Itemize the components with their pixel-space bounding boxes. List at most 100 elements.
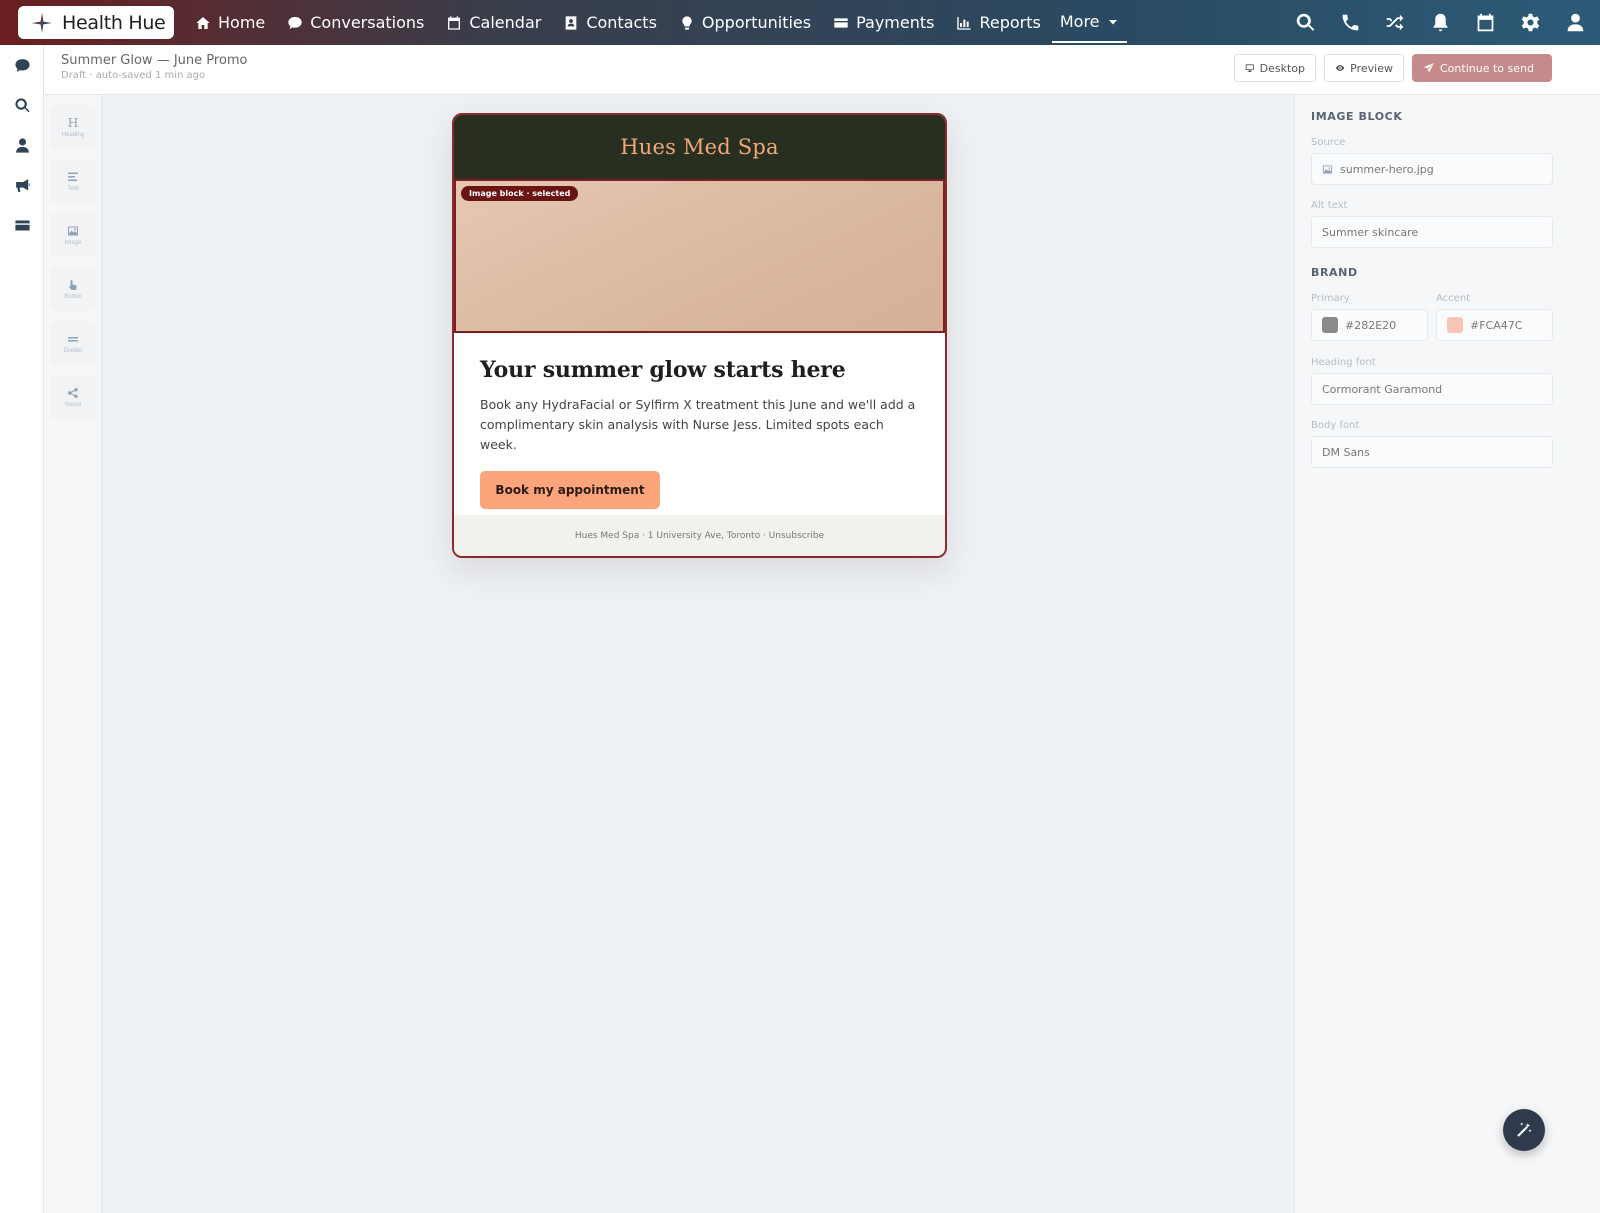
nav-conversations-label: Conversations — [310, 13, 425, 32]
home-icon — [196, 16, 210, 29]
heading-font-field[interactable]: Cormorant Garamond — [1311, 373, 1553, 405]
pointer-icon — [69, 279, 77, 290]
book-appointment-button[interactable]: Book my appointment — [480, 471, 660, 509]
block-image[interactable]: Image — [50, 213, 96, 257]
primary-color-value: #282E20 — [1345, 318, 1397, 332]
notifications-button[interactable] — [1430, 12, 1451, 33]
campaign-title[interactable]: Summer Glow — June Promo — [61, 53, 248, 68]
caret-down-icon — [1108, 19, 1117, 24]
magic-wand-icon — [1517, 1122, 1532, 1137]
nav-opportunities-label: Opportunities — [701, 13, 812, 32]
continue-to-send-button[interactable]: Continue to send — [1412, 54, 1552, 82]
block-divider[interactable]: Divider — [50, 321, 96, 365]
email-preview: Hues Med Spa Image block · selected Your… — [452, 113, 947, 558]
nav-conversations[interactable]: Conversations — [276, 0, 435, 45]
calendar-icon — [448, 15, 461, 30]
nav-home-label: Home — [218, 13, 266, 32]
nav-home[interactable]: Home — [184, 0, 276, 45]
credit-card-icon — [834, 17, 848, 28]
rail-conversations[interactable] — [0, 45, 44, 85]
calendar-button[interactable] — [1475, 12, 1496, 33]
email-content-block[interactable]: Your summer glow starts here Book any Hy… — [454, 333, 945, 515]
divider-icon — [68, 336, 78, 341]
nav-reports[interactable]: Reports — [945, 0, 1051, 45]
preview-label: Preview — [1350, 61, 1393, 75]
primary-color-field[interactable]: #282E20 — [1311, 309, 1428, 341]
nav-reports-label: Reports — [979, 13, 1041, 32]
profile-button[interactable] — [1565, 12, 1586, 33]
block-palette: H Heading Text Image Button Divider Soci… — [44, 95, 102, 1213]
nav-opportunities[interactable]: Opportunities — [668, 0, 822, 45]
nav-payments-label: Payments — [856, 13, 935, 32]
accent-color-label: Accent — [1436, 293, 1471, 304]
rail-marketing[interactable] — [0, 165, 44, 205]
search-button[interactable] — [1295, 12, 1316, 33]
credit-card-icon — [14, 220, 30, 230]
rail-search[interactable] — [0, 85, 44, 125]
user-icon — [15, 137, 29, 153]
block-text-label: Text — [67, 185, 79, 192]
accent-color-value: #FCA47C — [1470, 318, 1523, 332]
email-footer[interactable]: Hues Med Spa · 1 University Ave, Toronto… — [454, 515, 945, 556]
email-header-block[interactable]: Hues Med Spa — [454, 115, 945, 179]
share-icon — [68, 387, 78, 398]
ai-assist-button[interactable] — [1503, 1109, 1545, 1151]
image-icon — [1322, 164, 1333, 174]
body-font-value: DM Sans — [1322, 445, 1370, 459]
settings-button[interactable] — [1520, 12, 1541, 33]
megaphone-icon — [15, 178, 30, 192]
block-social[interactable]: Social — [50, 375, 96, 419]
preview-button[interactable]: Preview — [1324, 54, 1404, 82]
desktop-view-label: Desktop — [1259, 61, 1305, 75]
phone-button[interactable] — [1340, 12, 1361, 33]
nav-calendar[interactable]: Calendar — [435, 0, 552, 45]
block-heading-label: Heading — [61, 131, 85, 138]
brand-logo[interactable]: Health Hue — [18, 6, 174, 39]
block-button[interactable]: Button — [50, 267, 96, 311]
desktop-view-button[interactable]: Desktop — [1234, 54, 1316, 82]
nav-items: Home Conversations Calendar Contacts Opp… — [184, 0, 1127, 45]
chat-icon — [14, 58, 30, 72]
heading-font-value: Cormorant Garamond — [1322, 382, 1443, 396]
accent-color-field[interactable]: #FCA47C — [1436, 309, 1553, 341]
block-image-label: Image — [64, 239, 82, 246]
continue-to-send-label: Continue to send — [1440, 61, 1534, 75]
bar-chart-icon — [957, 16, 972, 30]
eye-icon — [1335, 65, 1345, 71]
brand-name: Health Hue — [62, 11, 166, 34]
alt-text-value: Summer skincare — [1322, 225, 1419, 239]
bell-icon — [1433, 13, 1448, 32]
nav-more[interactable]: More — [1051, 3, 1127, 43]
hero-image-block[interactable]: Image block · selected — [454, 179, 945, 333]
selected-block-badge: Image block · selected — [461, 186, 579, 201]
nav-more-label: More — [1059, 12, 1100, 31]
body-font-label: Body font — [1311, 420, 1360, 431]
monitor-icon — [1245, 64, 1254, 73]
accent-color-swatch[interactable] — [1447, 317, 1463, 333]
source-label: Source — [1311, 137, 1346, 148]
block-button-label: Button — [64, 293, 82, 300]
source-value: summer-hero.jpg — [1340, 162, 1434, 176]
alt-text-label: Alt text — [1311, 200, 1348, 211]
body-font-field[interactable]: DM Sans — [1311, 436, 1553, 468]
email-body-text[interactable]: Book any HydraFacial or Sylfirm X treatm… — [480, 395, 920, 455]
paper-plane-icon — [1424, 63, 1434, 73]
block-heading[interactable]: H Heading — [50, 105, 96, 149]
search-icon — [1296, 13, 1315, 31]
nav-payments[interactable]: Payments — [822, 0, 945, 45]
block-text[interactable]: Text — [50, 159, 96, 203]
rail-contacts[interactable] — [0, 125, 44, 165]
heading-icon: H — [67, 115, 79, 130]
alt-text-field[interactable]: Summer skincare — [1311, 216, 1553, 248]
source-field[interactable]: summer-hero.jpg — [1311, 153, 1553, 185]
primary-color-swatch[interactable] — [1322, 317, 1338, 333]
nav-contacts[interactable]: Contacts — [552, 0, 668, 45]
primary-color-label: Primary — [1311, 293, 1350, 304]
text-icon — [68, 172, 78, 181]
nav-utilities — [1295, 0, 1586, 45]
top-navigation: Health Hue Home Conversations Calendar C… — [0, 0, 1600, 45]
image-icon — [68, 226, 78, 235]
email-headline[interactable]: Your summer glow starts here — [480, 357, 919, 383]
rail-payments[interactable] — [0, 205, 44, 245]
shuffle-button[interactable] — [1385, 12, 1406, 33]
